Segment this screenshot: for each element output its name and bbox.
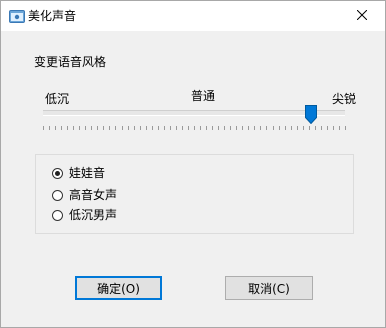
ok-button[interactable]: 确定(O)	[75, 276, 162, 300]
slider-mid-label: 普通	[191, 89, 216, 103]
close-button[interactable]	[339, 1, 385, 31]
radio-label: 高音女声	[69, 188, 118, 202]
slider-ticks	[43, 126, 346, 130]
window-title: 美化声音	[28, 9, 77, 23]
voice-style-label: 变更语音风格	[34, 55, 107, 69]
dialog-window: 美化声音 变更语音风格 低沉 普通 尖锐 娃娃音 高音女声 低沉男声 确定(O)…	[0, 0, 386, 328]
app-window-icon	[9, 9, 25, 23]
radio-low-male-voice[interactable]: 低沉男声	[52, 207, 117, 223]
radio-circle[interactable]	[52, 189, 63, 201]
radio-label: 娃娃音	[69, 166, 106, 180]
radio-circle[interactable]	[52, 167, 63, 179]
cancel-button[interactable]: 取消(C)	[225, 276, 313, 300]
slider-min-label: 低沉	[45, 92, 70, 106]
radio-circle[interactable]	[52, 209, 63, 221]
radio-baby-voice[interactable]: 娃娃音	[52, 165, 105, 181]
radio-high-female-voice[interactable]: 高音女声	[52, 187, 117, 203]
title-bar[interactable]: 美化声音	[1, 1, 385, 31]
pitch-slider-track[interactable]	[43, 110, 345, 116]
close-icon	[356, 9, 368, 23]
radio-label: 低沉男声	[69, 208, 118, 222]
pitch-slider-thumb[interactable]	[305, 105, 317, 125]
slider-max-label: 尖锐	[332, 92, 357, 106]
